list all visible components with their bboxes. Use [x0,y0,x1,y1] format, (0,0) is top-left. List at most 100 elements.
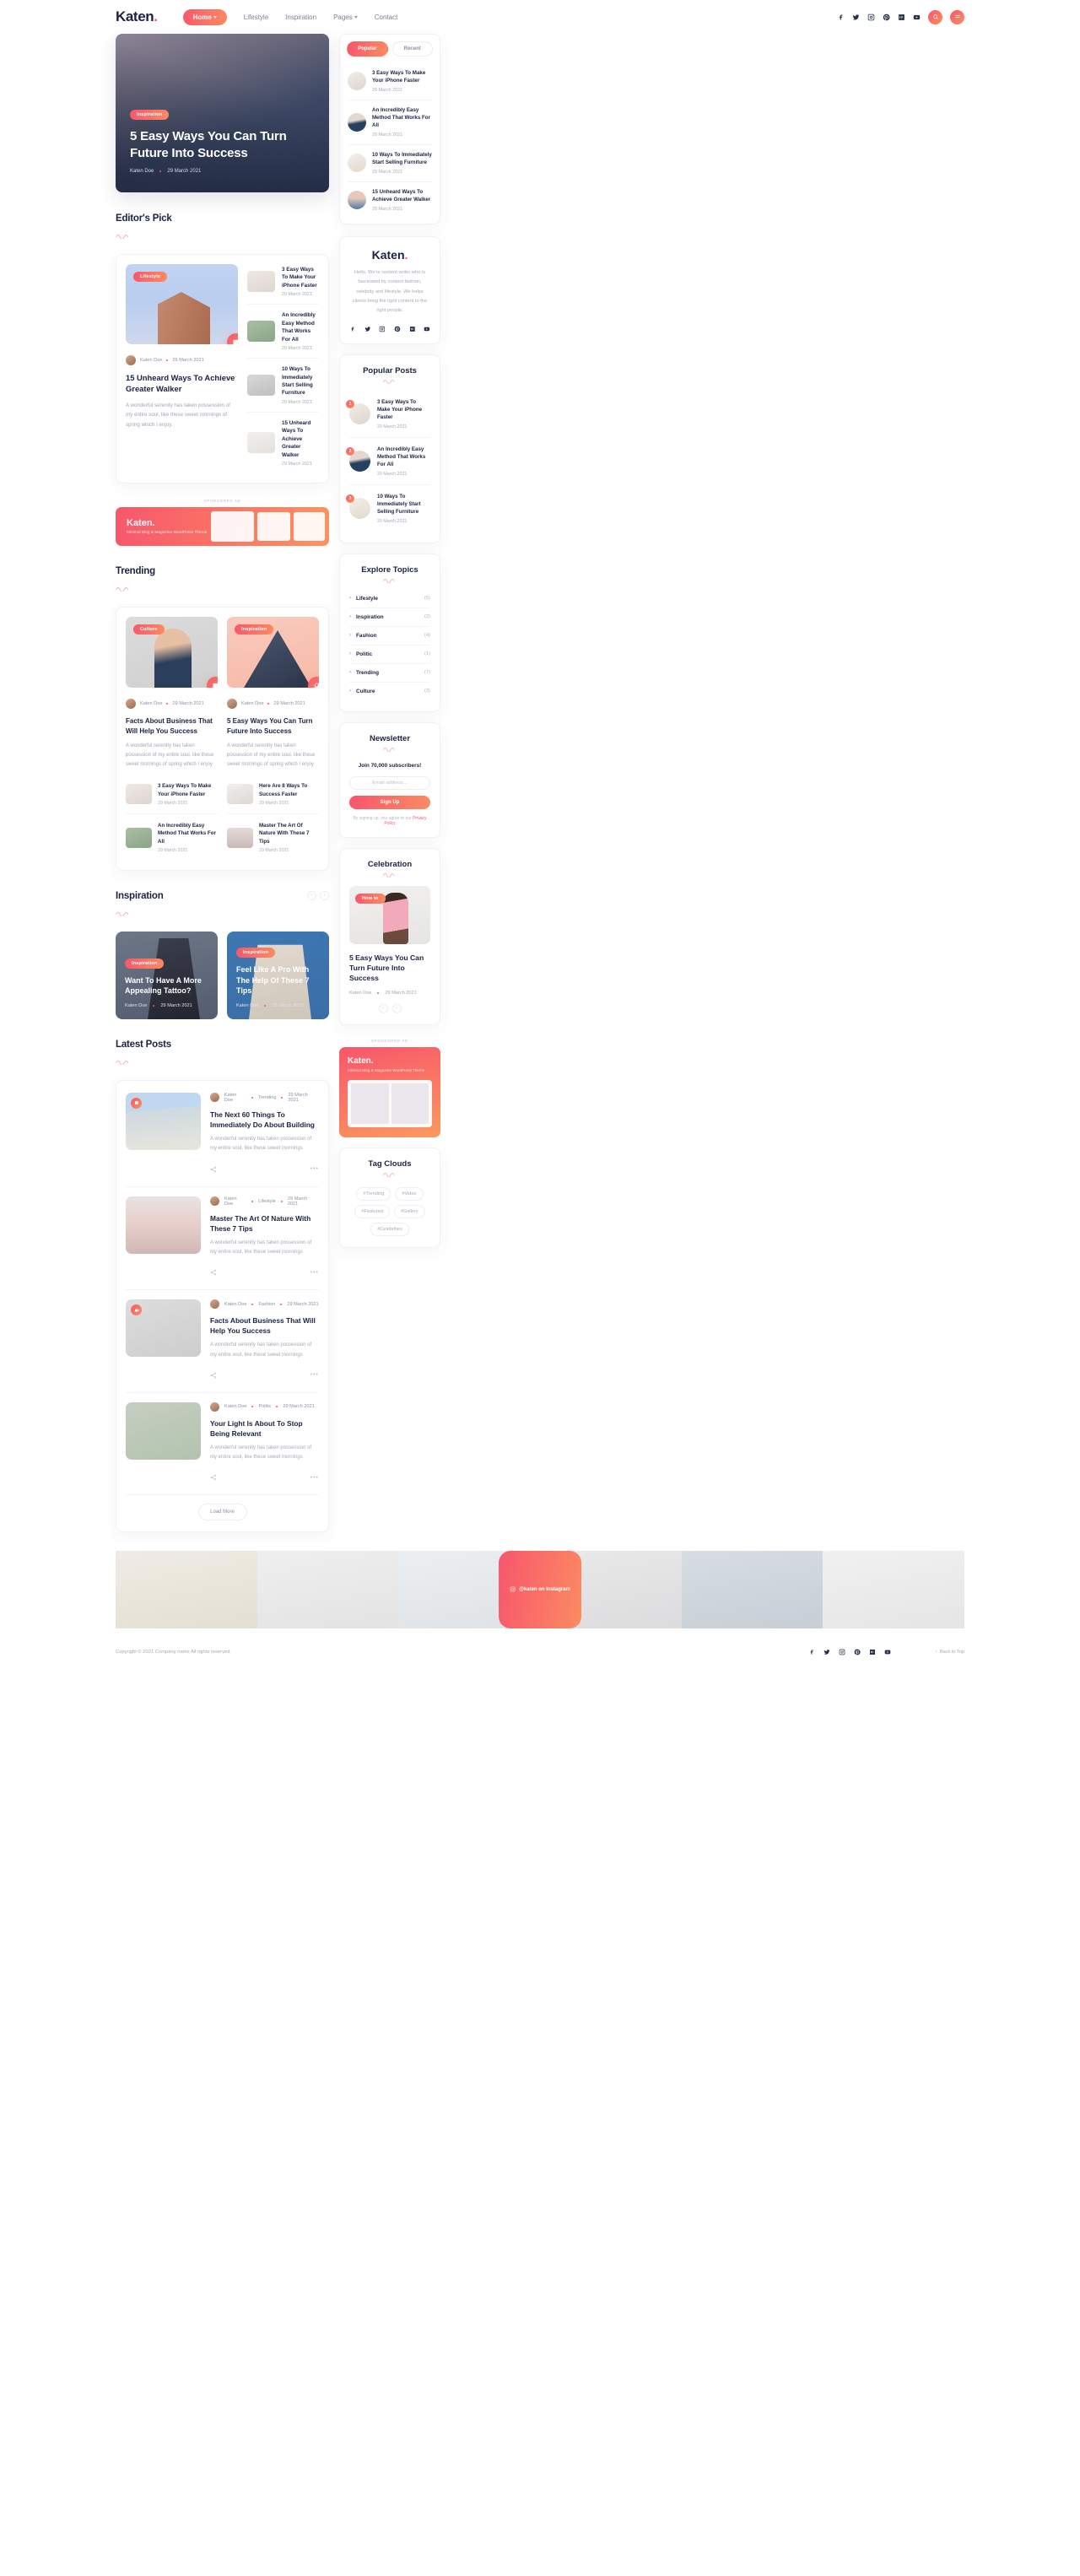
medium-icon[interactable] [869,1649,876,1655]
feature-title[interactable]: 15 Unheard Ways To Achieve Greater Walke… [126,372,238,395]
post-author[interactable]: Katen Doe [224,1302,246,1307]
twitter-icon[interactable] [852,14,860,21]
carousel-prev-icon[interactable]: ‹ [307,890,316,900]
list-item[interactable]: 3 Easy Ways To Make Your iPhone Faster 29… [247,264,319,305]
instagram-icon[interactable] [867,14,875,21]
list-item[interactable]: 2 An Incredibly Easy Method That Works F… [346,438,430,485]
share-icon[interactable] [210,1162,217,1177]
post-title[interactable]: Want To Have A More Appealing Tattoo? [125,975,208,996]
instagram-icon[interactable] [379,326,386,332]
list-item[interactable]: Katen Doe Fashion 29 March 2021 Facts Ab… [126,1290,319,1393]
post-title[interactable]: 15 Unheard Ways To Achieve Greater Walke… [282,419,319,459]
post-author[interactable]: Katen Doe [349,991,371,996]
post-author[interactable]: Katen Doe [140,701,162,706]
post-title[interactable]: An Incredibly Easy Method That Works For… [372,107,432,130]
list-item[interactable]: 10 Ways To Immediately Start Selling Fur… [247,359,319,413]
list-item[interactable]: An Incredibly Easy Method That Works For… [126,814,218,861]
more-options-icon[interactable]: ••• [310,1270,319,1276]
tag-featured[interactable]: #Featured [354,1204,390,1218]
post-category[interactable]: Politic [258,1404,271,1409]
topic-item-trending[interactable]: › Trending (7) [349,664,430,683]
tag-trending[interactable]: #Trending [356,1186,392,1201]
topic-item-lifestyle[interactable]: › Lifestyle (5) [349,590,430,608]
post-category-badge[interactable]: How to [355,893,386,904]
list-item[interactable]: Here Are 8 Ways To Success Faster 29 Marc… [227,775,319,815]
list-item[interactable]: 10 Ways To Immediately Start Selling Fur… [348,145,432,182]
pinterest-icon[interactable] [854,1649,861,1655]
topic-item-culture[interactable]: › Culture (3) [349,683,430,700]
post-title[interactable]: Master The Art Of Nature With These 7 Ti… [210,1213,319,1234]
list-item[interactable]: Katen Doe Politic 29 March 2021 Your Lig… [126,1393,319,1496]
post-title[interactable]: 15 Unheard Ways To Achieve Greater Walke… [372,189,432,204]
post-title[interactable]: Facts About Business That Will Help You … [126,716,218,736]
post-category-badge[interactable]: Inspiration [235,624,274,635]
post-category-badge[interactable]: Culture [133,624,165,635]
tag-video[interactable]: #Video [395,1186,424,1201]
post-title[interactable]: 3 Easy Ways To Make Your iPhone Faster [377,398,430,422]
post-author[interactable]: Katen Doe [224,1093,246,1103]
topic-item-fashion[interactable]: › Fashion (4) [349,627,430,645]
post-title[interactable]: An Incredibly Easy Method That Works For… [158,822,218,845]
image-icon[interactable] [131,1097,142,1109]
instagram-photo[interactable] [681,1551,824,1629]
post-author[interactable]: Katen Doe [224,1196,246,1207]
tab-recent[interactable]: Recent [392,41,433,57]
feature-author[interactable]: Katen Doe [140,358,162,363]
trending-card-right[interactable]: Inspiration Katen Doe 29 March 2021 5 Ea… [227,617,319,770]
instagram-photo[interactable] [116,1551,257,1629]
nav-item-inspiration[interactable]: Inspiration [285,14,316,21]
hero-category-badge[interactable]: Inspiration [130,110,170,120]
post-author[interactable]: Katen Doe [241,701,263,706]
list-item[interactable]: 3 Easy Ways To Make Your iPhone Faster 29… [348,63,432,100]
post-title[interactable]: 10 Ways To Immediately Start Selling Fur… [372,152,432,167]
nav-item-lifestyle[interactable]: Lifestyle [244,14,268,21]
topic-item-inspiration[interactable]: › Inspiration (2) [349,608,430,627]
post-title[interactable]: 3 Easy Ways To Make Your iPhone Faster [282,266,319,289]
site-logo[interactable]: Katen. [116,8,158,25]
more-options-icon[interactable]: ••• [310,1166,319,1172]
share-icon[interactable] [210,1265,217,1280]
nav-item-home[interactable]: Home [182,8,227,25]
youtube-icon[interactable] [884,1649,891,1655]
post-author[interactable]: Katen Doe [236,1003,258,1008]
list-item[interactable]: 15 Unheard Ways To Achieve Greater Walke… [348,182,432,219]
post-title[interactable]: An Incredibly Easy Method That Works For… [377,446,430,469]
post-category-badge[interactable]: Inspiration [236,948,276,959]
tag-gallery[interactable]: #Gallery [393,1204,425,1218]
post-title[interactable]: 3 Easy Ways To Make Your iPhone Faster [158,782,218,798]
youtube-icon[interactable] [424,326,430,332]
post-title[interactable]: Here Are 8 Ways To Success Faster [259,782,319,798]
list-item[interactable]: Katen Doe Trending 29 March 2021 The Nex… [126,1090,319,1187]
instagram-photo[interactable] [256,1551,399,1629]
post-image[interactable]: How to [349,885,430,944]
list-item[interactable]: 15 Unheard Ways To Achieve Greater Walke… [247,413,319,473]
post-title[interactable]: 3 Easy Ways To Make Your iPhone Faster [372,70,432,85]
ad-banner[interactable]: Katen. Minimal Blog & Magazine WordPress… [116,507,329,546]
email-field[interactable]: Email address... [349,775,430,790]
list-item[interactable]: An Incredibly Easy Method That Works For… [247,305,319,359]
tab-popular[interactable]: Popular [347,41,388,57]
instagram-follow-button[interactable]: @katen on Instagram [499,1551,581,1629]
hero-post[interactable]: Inspiration 5 Easy Ways You Can Turn Fut… [116,34,329,192]
trending-card-left[interactable]: Culture Katen Doe 29 March 2021 Facts Ab… [126,617,218,770]
hero-title[interactable]: 5 Easy Ways You Can Turn Future Into Suc… [130,128,312,161]
list-item[interactable]: An Incredibly Easy Method That Works For… [348,100,432,145]
image-icon[interactable] [227,333,238,344]
sidebar-ad[interactable]: Katen. Minimal Blog & Magazine WordPress… [339,1046,440,1137]
post-category-badge[interactable]: Inspiration [125,958,165,969]
post-title[interactable]: Master The Art Of Nature With These 7 Ti… [259,822,319,845]
share-icon[interactable] [210,1368,217,1383]
feature-category-badge[interactable]: Lifestyle [133,272,168,282]
image-icon[interactable] [207,677,218,688]
twitter-icon[interactable] [824,1649,830,1655]
post-category[interactable]: Fashion [258,1302,275,1307]
list-item[interactable]: 3 Easy Ways To Make Your iPhone Faster 29… [126,775,218,815]
post-title[interactable]: 5 Easy Ways You Can Turn Future Into Suc… [227,716,319,736]
medium-icon[interactable] [409,326,416,332]
nav-item-pages[interactable]: Pages [333,14,358,21]
instagram-photo[interactable] [823,1551,965,1629]
list-item[interactable]: 1 3 Easy Ways To Make Your iPhone Faster… [346,391,430,438]
post-title[interactable]: 10 Ways To Immediately Start Selling Fur… [282,365,319,397]
editors-pick-feature[interactable]: Lifestyle Katen Doe 29 March 2021 15 Unh… [126,264,238,473]
carousel-next-icon[interactable]: › [392,1003,402,1013]
